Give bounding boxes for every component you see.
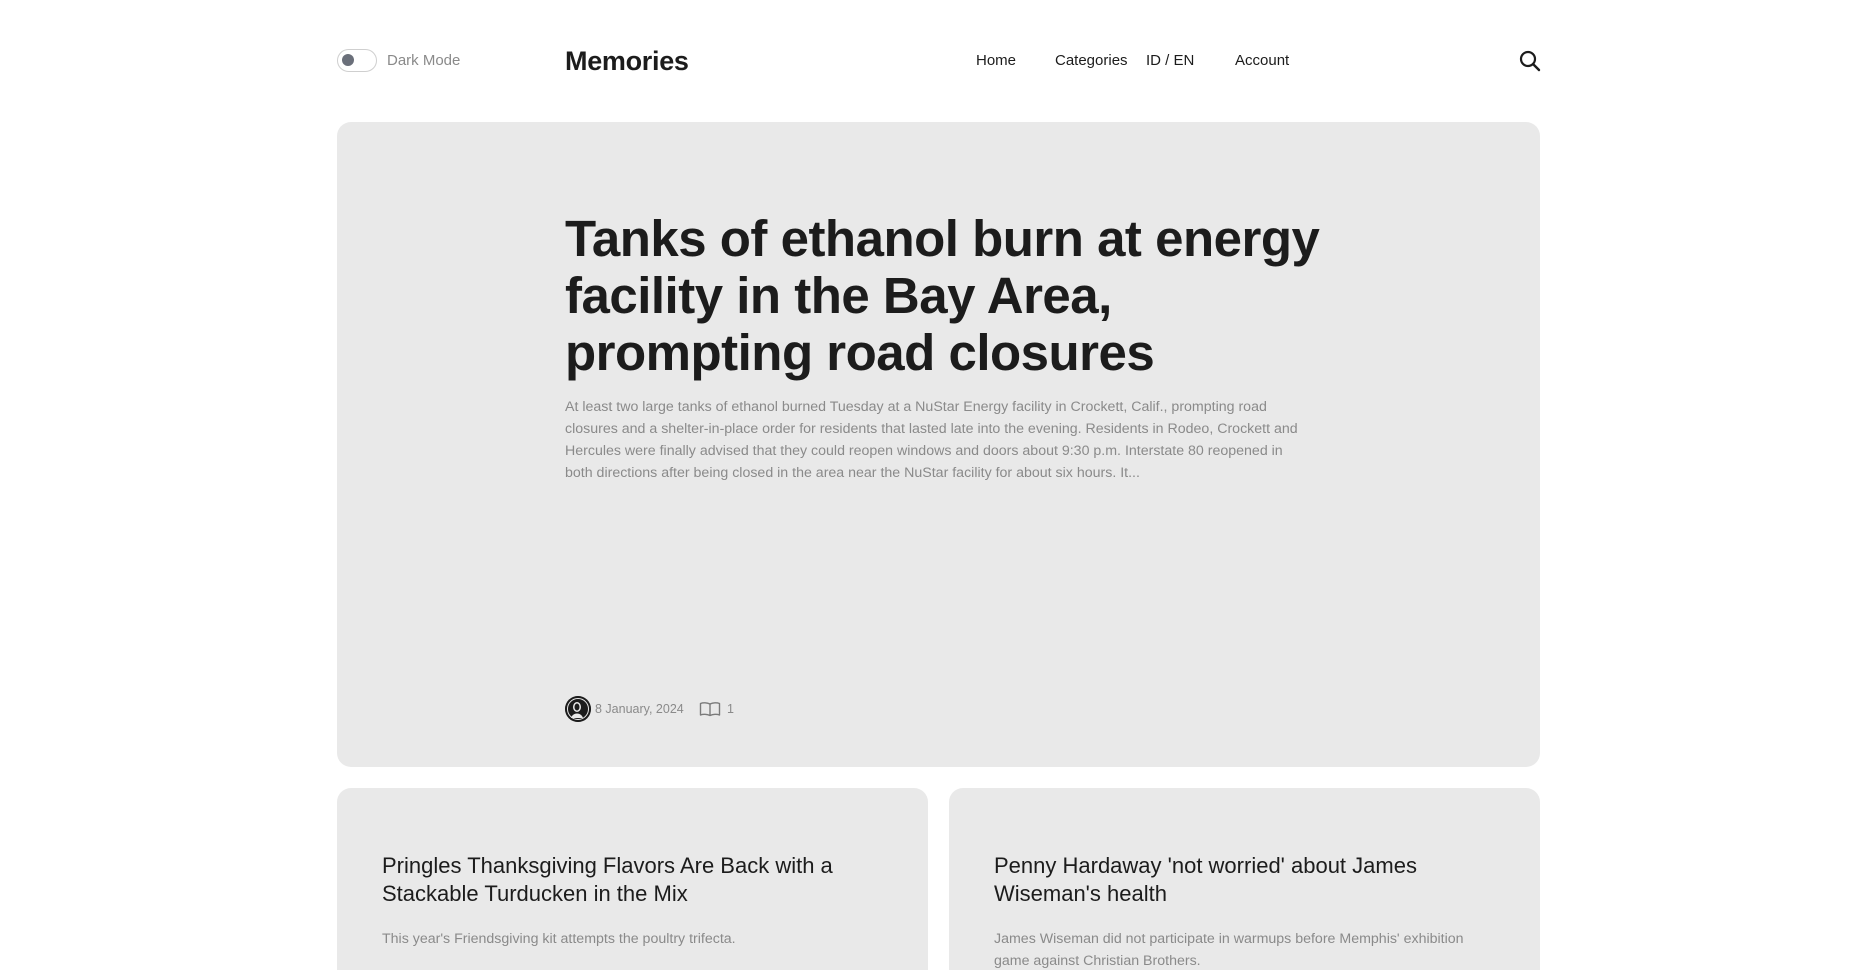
article-card[interactable]: Pringles Thanksgiving Flavors Are Back w… xyxy=(337,788,928,970)
article-title[interactable]: Penny Hardaway 'not worried' about James… xyxy=(994,852,1494,908)
nav-home[interactable]: Home xyxy=(976,52,1016,69)
toggle-knob xyxy=(342,54,354,66)
article-excerpt: This year's Friendsgiving kit attempts t… xyxy=(382,931,736,947)
read-count: 1 xyxy=(727,702,734,716)
language-switch[interactable]: ID / EN xyxy=(1146,52,1194,69)
nav-categories[interactable]: Categories xyxy=(1055,52,1128,69)
article-excerpt: James Wiseman did not participate in war… xyxy=(994,931,1464,969)
featured-article-excerpt: At least two large tanks of ethanol burn… xyxy=(565,399,1298,481)
dark-mode-label: Dark Mode xyxy=(387,52,461,69)
nav-account[interactable]: Account xyxy=(1235,52,1289,69)
open-book-icon xyxy=(699,701,721,717)
article-card[interactable]: Penny Hardaway 'not worried' about James… xyxy=(949,788,1540,970)
featured-article-title[interactable]: Tanks of ethanol burn at energy facility… xyxy=(565,210,1325,381)
search-icon[interactable] xyxy=(1519,50,1541,72)
article-date: 8 January, 2024 xyxy=(595,702,684,716)
dark-mode-toggle[interactable] xyxy=(337,49,377,72)
author-avatar[interactable] xyxy=(565,696,591,722)
site-logo[interactable]: Memories xyxy=(565,46,689,77)
featured-article-card[interactable]: Tanks of ethanol burn at energy facility… xyxy=(337,122,1540,767)
site-header: Dark Mode Memories Home Categories ID / … xyxy=(337,40,1541,82)
article-title[interactable]: Pringles Thanksgiving Flavors Are Back w… xyxy=(382,852,882,908)
